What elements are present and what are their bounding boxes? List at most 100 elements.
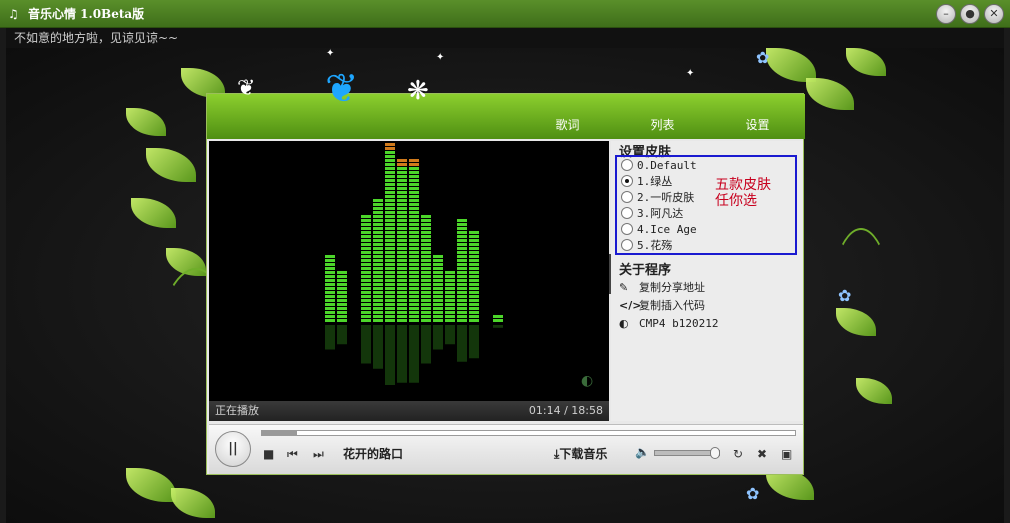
next-track-icon[interactable]: ⏭	[313, 447, 324, 462]
pause-button[interactable]: ||	[215, 431, 251, 467]
equalizer-segment	[385, 163, 395, 166]
radio-button[interactable]	[621, 207, 633, 219]
now-playing-label: 正在播放	[215, 404, 259, 417]
equalizer-segment	[373, 299, 383, 302]
tab-settings[interactable]: 设置	[710, 116, 805, 133]
equalizer-segment	[385, 295, 395, 298]
equalizer-segment	[397, 311, 407, 314]
equalizer-segment	[373, 287, 383, 290]
progress-bar[interactable]	[261, 430, 796, 436]
skin-option-label: 4.Ice Age	[637, 222, 697, 236]
skin-option[interactable]: 4.Ice Age	[621, 221, 795, 237]
equalizer-segment	[325, 263, 335, 266]
stop-icon[interactable]: ■	[263, 447, 274, 461]
equalizer-segment	[385, 203, 395, 206]
close-button[interactable]: ✕	[984, 4, 1004, 24]
equalizer-segment	[373, 267, 383, 270]
volume-slider[interactable]	[654, 447, 720, 459]
equalizer-segment	[397, 183, 407, 186]
equalizer-segment	[325, 291, 335, 294]
equalizer-segment	[373, 199, 383, 202]
equalizer-segment	[337, 319, 347, 322]
equalizer-segment	[469, 267, 479, 270]
equalizer-segment	[385, 307, 395, 310]
equalizer-segment	[469, 251, 479, 254]
equalizer-segment	[421, 275, 431, 278]
equalizer-segment	[361, 247, 371, 250]
equalizer-segment	[409, 263, 419, 266]
equalizer-segment	[409, 203, 419, 206]
cmp-logo-icon: ◐	[581, 373, 594, 389]
equalizer-segment	[457, 255, 467, 258]
volume-knob[interactable]	[709, 447, 720, 459]
skin-option[interactable]: 5.花殇	[621, 237, 795, 253]
equalizer-segment	[373, 319, 383, 322]
equalizer-segment	[385, 179, 395, 182]
equalizer-segment	[397, 207, 407, 210]
equalizer-segment	[469, 231, 479, 234]
minimize-button[interactable]: –	[936, 4, 956, 24]
fullscreen-icon[interactable]: ▣	[781, 447, 792, 461]
previous-track-icon[interactable]: ⏮	[287, 447, 298, 462]
maple-leaf-icon: ❋	[407, 76, 429, 106]
repeat-icon[interactable]: ↻	[733, 447, 743, 461]
equalizer-segment	[373, 231, 383, 234]
equalizer-segment	[421, 283, 431, 286]
equalizer-segment	[457, 247, 467, 250]
tab-playlist[interactable]: 列表	[615, 116, 710, 133]
equalizer-segment	[325, 283, 335, 286]
equalizer-segment	[469, 295, 479, 298]
equalizer-segment	[421, 259, 431, 262]
equalizer-segment	[433, 267, 443, 270]
equalizer-segment	[421, 311, 431, 314]
equalizer-segment	[385, 251, 395, 254]
cmp-version-link[interactable]: ◐ CMP4 b120212	[619, 314, 803, 332]
skin-option[interactable]: 0.Default	[621, 157, 795, 173]
equalizer-segment	[397, 243, 407, 246]
shuffle-icon[interactable]: ✖	[757, 447, 767, 461]
equalizer-segment	[445, 271, 455, 274]
equalizer-segment	[361, 235, 371, 238]
equalizer-segment	[373, 303, 383, 306]
equalizer-segment	[373, 223, 383, 226]
copy-embed-code[interactable]: </> 复制插入代码	[619, 296, 803, 314]
equalizer-segment	[397, 215, 407, 218]
equalizer-segment	[385, 187, 395, 190]
radio-button[interactable]	[621, 223, 633, 235]
about-item-label: 复制分享地址	[639, 281, 705, 294]
equalizer-segment	[385, 147, 395, 150]
equalizer-segment	[373, 259, 383, 262]
equalizer-segment	[325, 267, 335, 270]
equalizer-segment	[361, 319, 371, 322]
equalizer-segment	[325, 287, 335, 290]
equalizer-segment	[457, 311, 467, 314]
radio-button[interactable]	[621, 175, 633, 187]
tab-lyrics[interactable]: 歌词	[520, 116, 615, 133]
equalizer-segment	[433, 303, 443, 306]
equalizer-segment	[409, 227, 419, 230]
maximize-button[interactable]: ●	[960, 4, 980, 24]
equalizer-segment	[397, 159, 407, 162]
equalizer-segment	[385, 191, 395, 194]
equalizer-segment	[361, 223, 371, 226]
equalizer-segment	[445, 303, 455, 306]
equalizer-segment	[409, 167, 419, 170]
radio-button[interactable]	[621, 191, 633, 203]
radio-button[interactable]	[621, 239, 633, 251]
equalizer-reflection	[361, 325, 371, 364]
skin-background: ✿ ✿ ✿ ✿ ✦ ✦ ✦ ❦ ❦ ❋ 歌词 列表 设置 ◐ 正在播放 01:1…	[6, 48, 1004, 523]
equalizer-segment	[373, 295, 383, 298]
download-music-button[interactable]: ⤓下载音乐	[554, 445, 607, 462]
radio-button[interactable]	[621, 159, 633, 171]
copy-share-link[interactable]: ✎ 复制分享地址	[619, 278, 803, 296]
volume-icon[interactable]: 🔈	[635, 445, 650, 459]
equalizer-segment	[397, 227, 407, 230]
settings-panel: 设置皮肤 0.Default 1.绿丛 2.一听皮肤 3.阿凡达 4.Ice Age 5.…	[611, 141, 803, 421]
equalizer-segment	[397, 319, 407, 322]
equalizer-segment	[457, 271, 467, 274]
equalizer-segment	[409, 311, 419, 314]
equalizer-segment	[409, 175, 419, 178]
equalizer-reflection	[325, 325, 335, 350]
equalizer-segment	[457, 295, 467, 298]
equalizer-segment	[337, 315, 347, 318]
